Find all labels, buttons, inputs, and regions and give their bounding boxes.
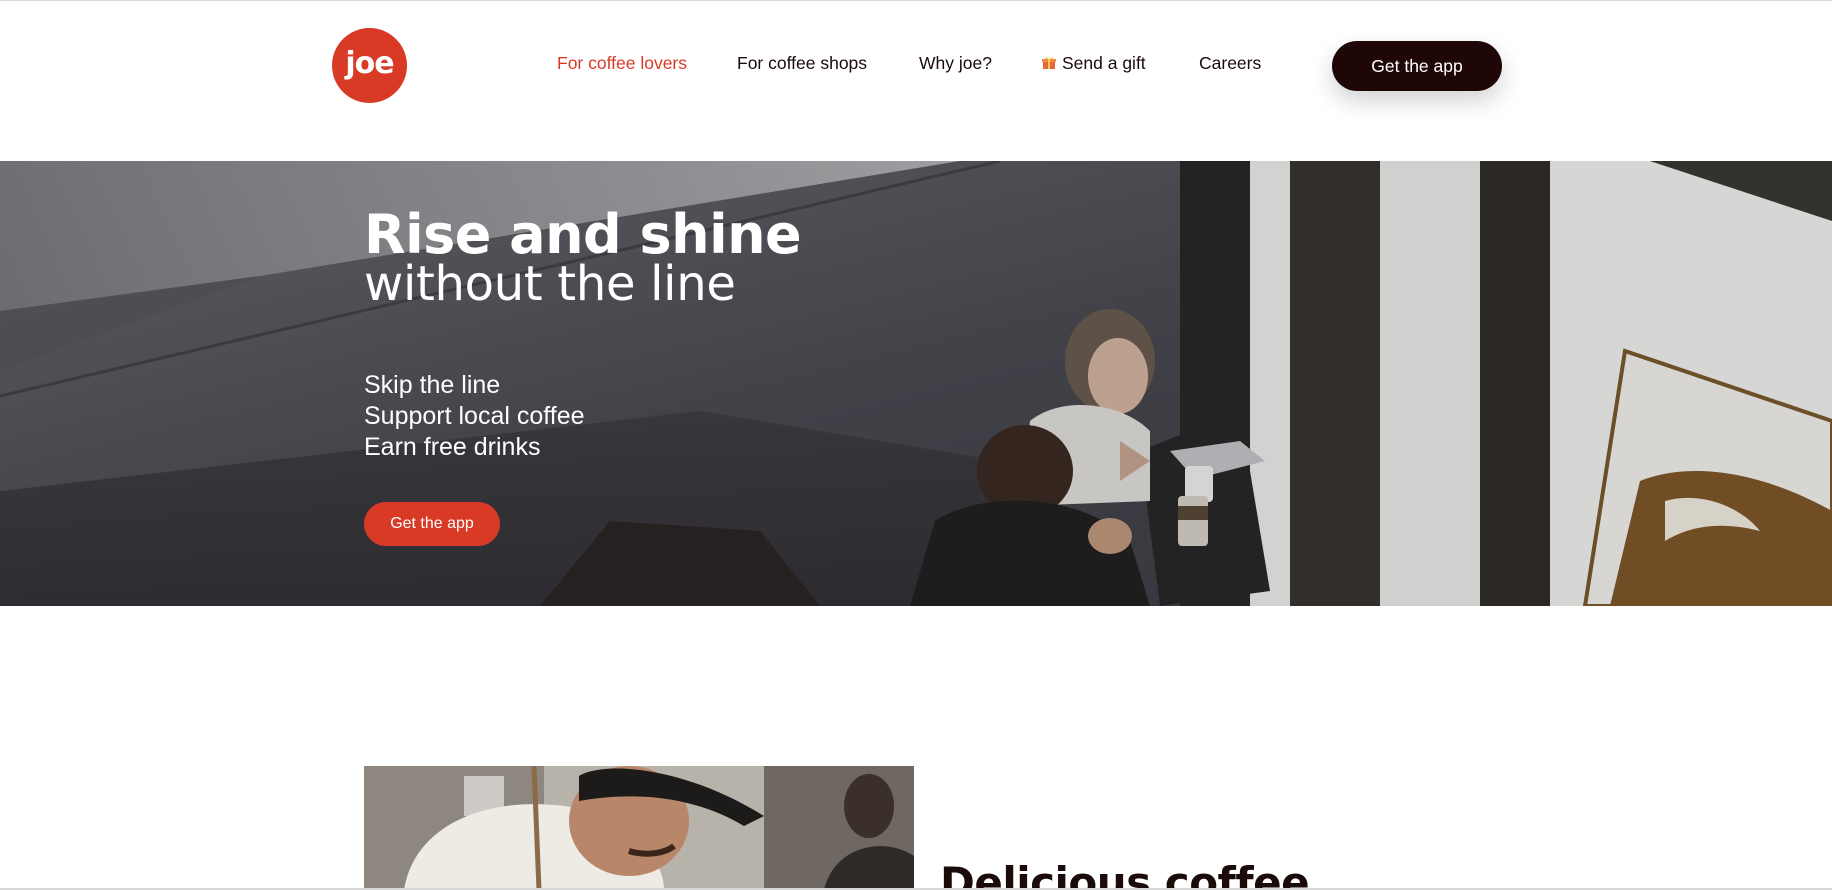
joe-logo[interactable]: joe <box>332 28 407 103</box>
barista-photo <box>364 766 914 890</box>
gift-icon <box>1042 54 1056 69</box>
list-item: Earn free drinks <box>364 433 541 461</box>
list-item: Support local coffee <box>364 402 585 430</box>
nav-for-coffee-lovers[interactable]: For coffee lovers <box>557 53 687 74</box>
nav-send-a-gift-label: Send a gift <box>1062 53 1146 73</box>
section-title-delicious-coffee: Delicious coffee <box>940 858 1310 890</box>
list-item: Skip the line <box>364 371 501 399</box>
nav-careers[interactable]: Careers <box>1199 53 1261 74</box>
hero-cafe-photo <box>0 161 1832 606</box>
hero-title-light: without the line <box>364 256 736 312</box>
nav-send-a-gift[interactable]: Send a gift <box>1042 53 1146 74</box>
hero-benefits-list: Skip the line Support local coffee Earn … <box>364 370 585 463</box>
nav-for-coffee-shops[interactable]: For coffee shops <box>737 53 867 74</box>
hero-section: Rise and shine without the line Skip the… <box>0 161 1832 606</box>
nav-why-joe[interactable]: Why joe? <box>919 53 992 74</box>
get-the-app-button-hero[interactable]: Get the app <box>364 502 500 546</box>
site-header: joe For coffee lovers For coffee shops W… <box>0 1 1832 161</box>
get-the-app-button-header[interactable]: Get the app <box>1332 41 1502 91</box>
